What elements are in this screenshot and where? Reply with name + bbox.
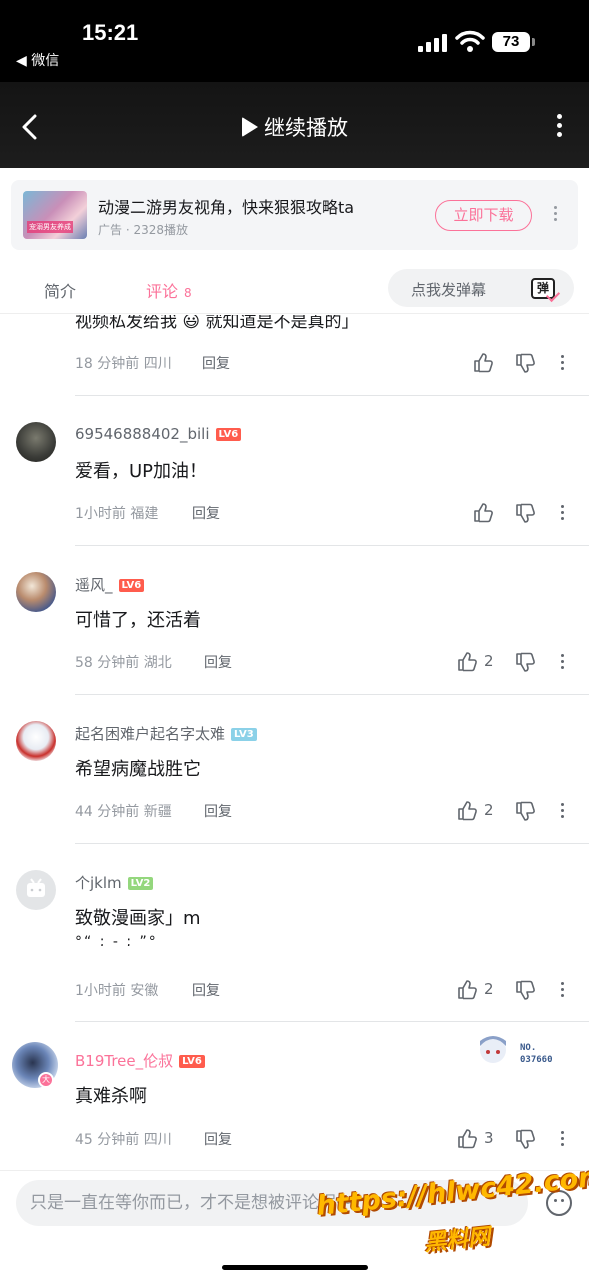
reply-button[interactable]: 回复 bbox=[202, 353, 230, 373]
thumbs-down-icon[interactable] bbox=[514, 801, 536, 823]
comment-time-location: 1小时前 安徽 bbox=[75, 983, 159, 999]
comment-more-icon[interactable] bbox=[559, 355, 565, 371]
comment-username[interactable]: 个jklm LV2 bbox=[75, 872, 154, 893]
default-avatar-icon[interactable] bbox=[16, 870, 56, 910]
battery-indicator: 73 bbox=[492, 32, 535, 52]
comment-content: 希望病魔战胜它 bbox=[75, 759, 201, 780]
ad-meta: 广告 · 2328播放 bbox=[98, 223, 188, 237]
tab-comments[interactable]: 评论 8 bbox=[146, 278, 192, 302]
level-badge: LV3 bbox=[231, 728, 257, 741]
thumbs-down-icon[interactable] bbox=[514, 980, 536, 1002]
like-count: 2 bbox=[484, 652, 494, 670]
download-now-button[interactable]: 立即下载 bbox=[435, 200, 532, 231]
danmaku-toggle-icon[interactable]: 弹 bbox=[528, 272, 561, 304]
comment-time-location: 45 分钟前 四川 bbox=[75, 1132, 172, 1148]
divider bbox=[75, 545, 589, 546]
thumbs-up-icon bbox=[458, 980, 477, 1000]
resume-label: 继续播放 bbox=[264, 116, 348, 140]
vip-badge-icon: 大 bbox=[38, 1072, 54, 1088]
comment-content: 爱看，UP加油！ bbox=[75, 461, 208, 482]
player-header: 15:21 ◀ 微信 73 继续播放 bbox=[0, 0, 589, 168]
danmaku-input[interactable]: 点我发弹幕 弹 bbox=[388, 269, 574, 307]
reply-button[interactable]: 回复 bbox=[204, 801, 232, 821]
reply-button[interactable]: 回复 bbox=[204, 652, 232, 672]
back-to-wechat[interactable]: ◀ 微信 bbox=[16, 50, 59, 70]
ad-more-icon[interactable] bbox=[552, 206, 558, 226]
thumbs-up-icon bbox=[458, 1129, 477, 1149]
back-arrow-icon[interactable] bbox=[18, 112, 42, 142]
comment-more-icon[interactable] bbox=[559, 654, 565, 670]
comment-more-icon[interactable] bbox=[559, 1131, 565, 1147]
thumbs-up-icon bbox=[458, 652, 477, 672]
like-button[interactable]: 2 bbox=[456, 650, 494, 672]
danmaku-placeholder: 点我发弹幕 bbox=[411, 281, 487, 299]
comment-username[interactable]: 69546888402_bili LV6 bbox=[75, 425, 242, 443]
like-button[interactable]: 2 bbox=[456, 799, 494, 821]
avatar[interactable] bbox=[16, 572, 56, 612]
comment-feed: 视频私发给我 😃 就知道是不是真的」 18 分钟前 四川 回复 69546888… bbox=[0, 315, 589, 1170]
comment-time-location: 58 分钟前 湖北 bbox=[75, 655, 172, 671]
play-icon bbox=[242, 117, 258, 137]
resume-playback-button[interactable]: 继续播放 bbox=[242, 112, 348, 142]
tab-intro[interactable]: 简介 bbox=[44, 278, 76, 302]
status-time: 15:21 bbox=[82, 20, 139, 45]
comment-content: 可惜了，还活着 bbox=[75, 610, 201, 631]
thumbs-up-icon[interactable] bbox=[472, 501, 494, 523]
comment-username[interactable]: B19Tree_伦叔 LV6 bbox=[75, 1050, 205, 1071]
comment-content: 致敬漫画家」m bbox=[75, 908, 201, 929]
thumbs-down-icon[interactable] bbox=[514, 353, 536, 375]
ad-card[interactable]: 宠溺男友养成 动漫二游男友视角，快来狠狠攻略ta 广告 · 2328播放 立即下… bbox=[11, 180, 578, 250]
like-count: 3 bbox=[484, 1129, 494, 1147]
more-options-icon[interactable] bbox=[553, 114, 565, 144]
fan-badge-icon bbox=[480, 1036, 506, 1063]
thumbs-down-icon[interactable] bbox=[514, 652, 536, 674]
comment-time-location: 1小时前 福建 bbox=[75, 506, 159, 522]
like-button[interactable]: 2 bbox=[456, 978, 494, 1000]
reply-button[interactable]: 回复 bbox=[192, 980, 220, 1000]
thumbs-down-icon[interactable] bbox=[514, 503, 536, 525]
level-badge: LV6 bbox=[215, 428, 242, 441]
avatar[interactable] bbox=[16, 422, 56, 462]
divider bbox=[75, 1021, 589, 1022]
comment-count: 8 bbox=[184, 286, 192, 300]
fan-badge-number: NO. 037660 bbox=[520, 1043, 553, 1065]
comment-content-line2: °“ ; - ; ”° bbox=[75, 934, 158, 946]
video-tabs: 简介 评论 8 点我发弹幕 弹 bbox=[0, 262, 589, 314]
comment-username[interactable]: 遥风_ LV6 bbox=[75, 574, 145, 595]
watermark-name: 黑料网 bbox=[423, 1224, 492, 1257]
partial-comment-text: 视频私发给我 😃 就知道是不是真的」 bbox=[75, 315, 359, 332]
thumbs-up-icon bbox=[458, 801, 477, 821]
ad-thumbnail: 宠溺男友养成 bbox=[23, 191, 87, 239]
comment-more-icon[interactable] bbox=[559, 803, 565, 819]
comment-more-icon[interactable] bbox=[559, 505, 565, 521]
wifi-icon bbox=[455, 30, 485, 52]
thumbs-up-icon[interactable] bbox=[472, 351, 494, 373]
reply-button[interactable]: 回复 bbox=[204, 1129, 232, 1149]
level-badge: LV6 bbox=[179, 1055, 205, 1068]
avatar[interactable] bbox=[16, 721, 56, 761]
divider bbox=[75, 694, 589, 695]
like-count: 2 bbox=[484, 980, 494, 998]
comment-username[interactable]: 起名困难户起名字太难 LV3 bbox=[75, 723, 257, 744]
level-badge: LV6 bbox=[118, 579, 145, 592]
divider bbox=[75, 843, 589, 844]
like-count: 2 bbox=[484, 801, 494, 819]
ad-title: 动漫二游男友视角，快来狠狠攻略ta bbox=[98, 198, 355, 217]
comment-more-icon[interactable] bbox=[559, 982, 565, 998]
level-badge: LV2 bbox=[127, 877, 154, 890]
like-button[interactable]: 3 bbox=[456, 1127, 494, 1149]
comment-time-location: 18 分钟前 四川 bbox=[75, 356, 172, 372]
comment-time-location: 44 分钟前 新疆 bbox=[75, 804, 172, 820]
comment-content: 真难杀啊 bbox=[75, 1086, 147, 1107]
reply-button[interactable]: 回复 bbox=[192, 503, 220, 523]
thumbs-down-icon[interactable] bbox=[514, 1129, 536, 1151]
cell-signal-icon bbox=[418, 32, 448, 52]
divider bbox=[75, 395, 589, 396]
home-indicator[interactable] bbox=[222, 1265, 368, 1270]
